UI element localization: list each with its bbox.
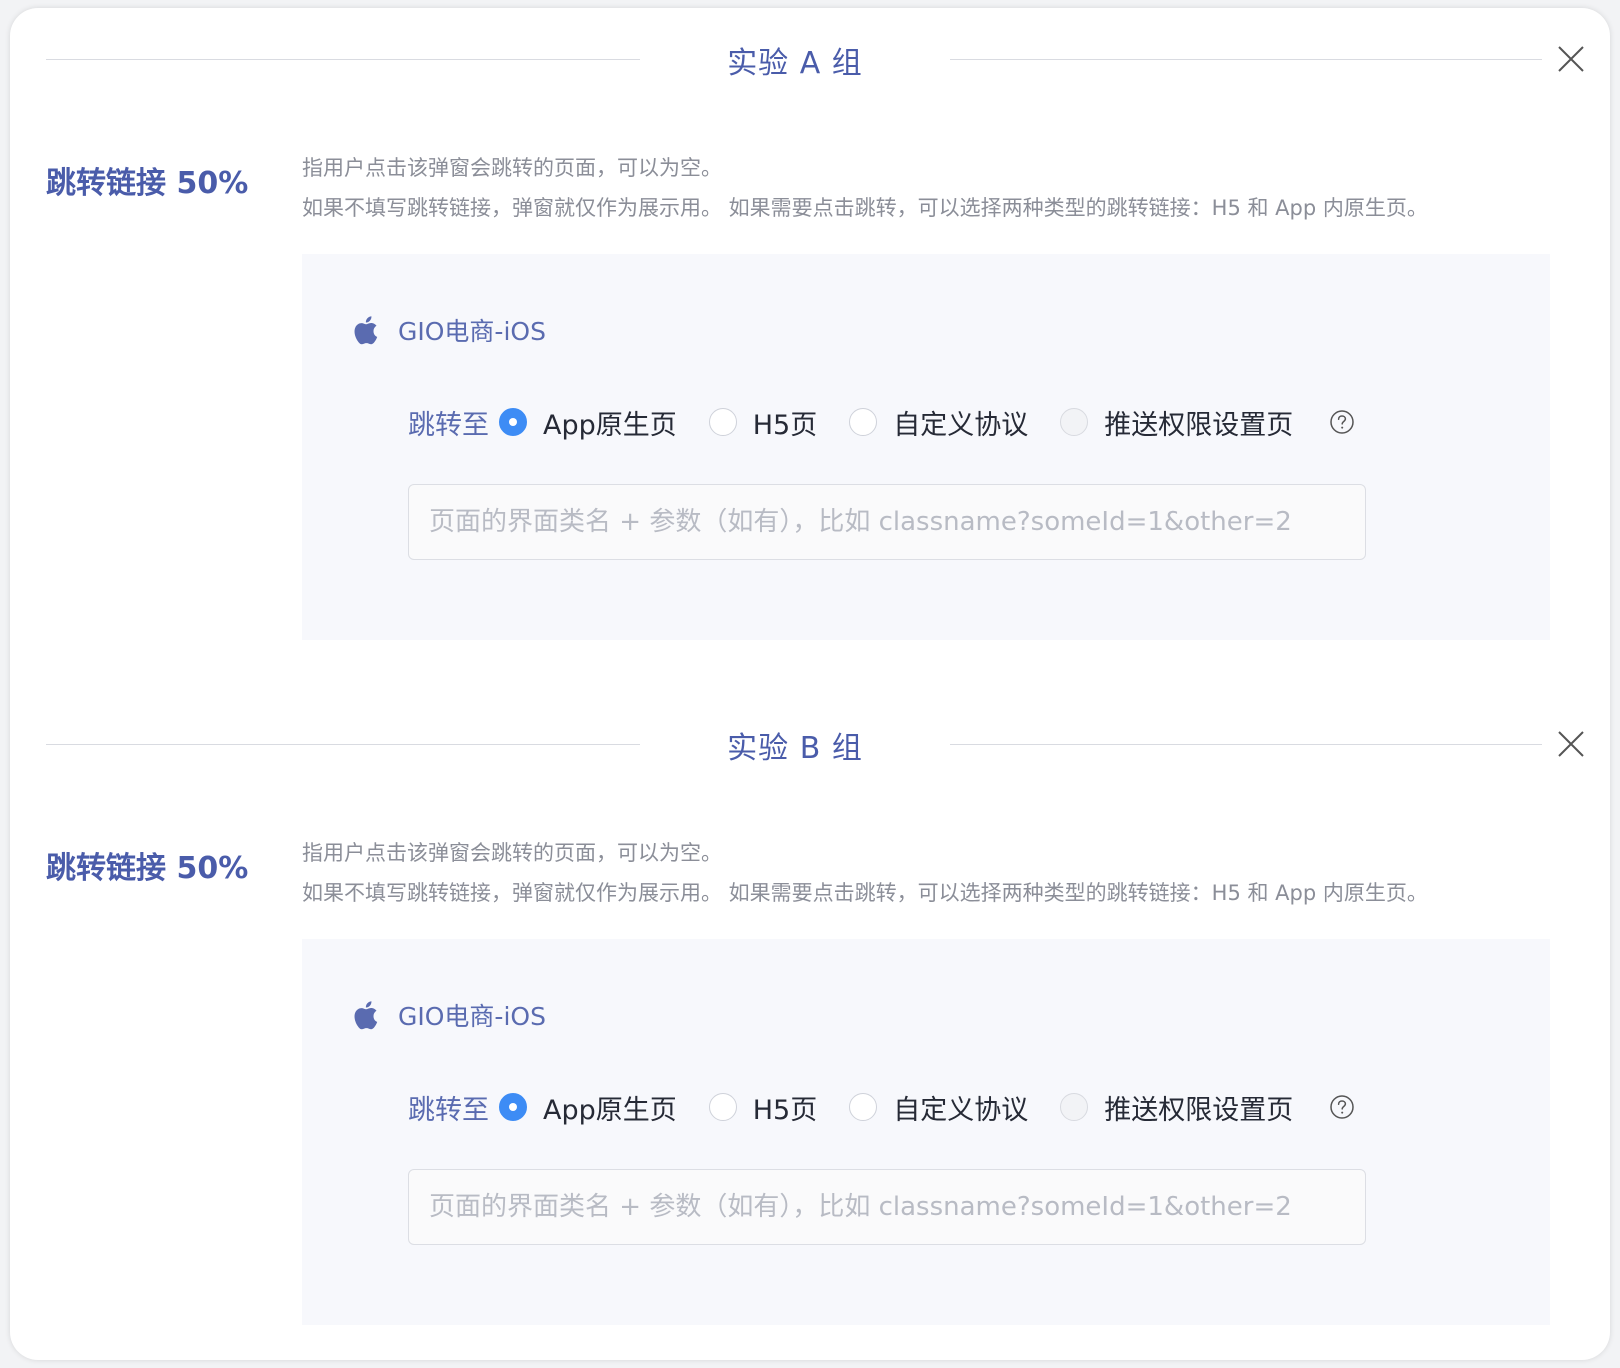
radio-button[interactable] <box>1060 408 1089 436</box>
apple-icon <box>352 1000 378 1030</box>
divider-line <box>46 59 640 60</box>
radio-option-h5[interactable]: H5页 <box>708 1088 818 1127</box>
radio-button[interactable] <box>708 408 737 436</box>
radio-button[interactable] <box>849 408 878 436</box>
radio-option-custom-protocol[interactable]: 自定义协议 <box>849 1088 1028 1127</box>
jump-label: 跳转至 <box>408 1094 489 1126</box>
section-label: 跳转链接 50% <box>46 166 249 201</box>
description-line-1: 指用户点击该弹窗会跳转的页面，可以为空。 <box>302 156 722 180</box>
radio-button[interactable] <box>1060 1093 1089 1121</box>
radio-option-push-permission[interactable]: 推送权限设置页 <box>1060 403 1293 442</box>
help-icon[interactable] <box>1329 1094 1355 1120</box>
radio-label: 自定义协议 <box>893 409 1029 441</box>
radio-button[interactable] <box>708 1093 737 1121</box>
description-line-2: 如果不填写跳转链接，弹窗就仅作为展示用。 如果需要点击跳转，可以选择两种类型的跳… <box>302 196 1428 220</box>
link-config-panel: GIO电商-iOS 跳转至 App原生页 H5页 自定义协议 推送权限设置页 页… <box>302 254 1550 640</box>
radio-label: H5页 <box>752 409 818 441</box>
radio-button[interactable] <box>499 1093 527 1121</box>
divider-line <box>950 59 1542 60</box>
app-row: GIO电商-iOS <box>352 312 546 348</box>
page-classname-input[interactable] <box>408 484 1366 560</box>
group-title: 实验 B 组 <box>727 731 863 766</box>
app-name: GIO电商-iOS <box>398 317 546 346</box>
jump-label: 跳转至 <box>408 409 489 441</box>
experiment-group-a: 实验 A 组 跳转链接 50% 指用户点击该弹窗会跳转的页面，可以为空。 如果不… <box>10 8 1610 668</box>
close-icon[interactable] <box>1556 44 1586 74</box>
radio-option-custom-protocol[interactable]: 自定义协议 <box>849 403 1028 442</box>
divider-line <box>950 744 1542 745</box>
page-classname-input[interactable] <box>408 1169 1366 1245</box>
app-name: GIO电商-iOS <box>398 1002 546 1031</box>
radio-label: 自定义协议 <box>893 1094 1029 1126</box>
radio-option-h5[interactable]: H5页 <box>708 403 818 442</box>
radio-label: H5页 <box>752 1094 818 1126</box>
experiment-group-b: 实验 B 组 跳转链接 50% 指用户点击该弹窗会跳转的页面，可以为空。 如果不… <box>10 693 1610 1353</box>
radio-button[interactable] <box>499 408 527 436</box>
radio-option-push-permission[interactable]: 推送权限设置页 <box>1060 1088 1293 1127</box>
description-line-1: 指用户点击该弹窗会跳转的页面，可以为空。 <box>302 841 722 865</box>
apple-icon <box>352 315 378 345</box>
radio-label: 推送权限设置页 <box>1104 1094 1294 1126</box>
close-icon[interactable] <box>1556 729 1586 759</box>
jump-target-radio-group: 跳转至 App原生页 H5页 自定义协议 推送权限设置页 <box>408 1087 1355 1127</box>
divider-line <box>46 744 640 745</box>
radio-label: 推送权限设置页 <box>1104 409 1294 441</box>
experiment-card: 实验 A 组 跳转链接 50% 指用户点击该弹窗会跳转的页面，可以为空。 如果不… <box>10 8 1610 1360</box>
help-icon[interactable] <box>1329 409 1355 435</box>
jump-target-radio-group: 跳转至 App原生页 H5页 自定义协议 推送权限设置页 <box>408 402 1355 442</box>
radio-button[interactable] <box>849 1093 878 1121</box>
group-title: 实验 A 组 <box>727 46 863 81</box>
link-config-panel: GIO电商-iOS 跳转至 App原生页 H5页 自定义协议 推送权限设置页 页… <box>302 939 1550 1325</box>
radio-label: App原生页 <box>543 409 677 441</box>
section-label: 跳转链接 50% <box>46 851 249 886</box>
app-row: GIO电商-iOS <box>352 997 546 1033</box>
radio-label: App原生页 <box>543 1094 677 1126</box>
radio-option-app-native[interactable]: App原生页 <box>499 1088 677 1127</box>
description-line-2: 如果不填写跳转链接，弹窗就仅作为展示用。 如果需要点击跳转，可以选择两种类型的跳… <box>302 881 1428 905</box>
radio-option-app-native[interactable]: App原生页 <box>499 403 677 442</box>
